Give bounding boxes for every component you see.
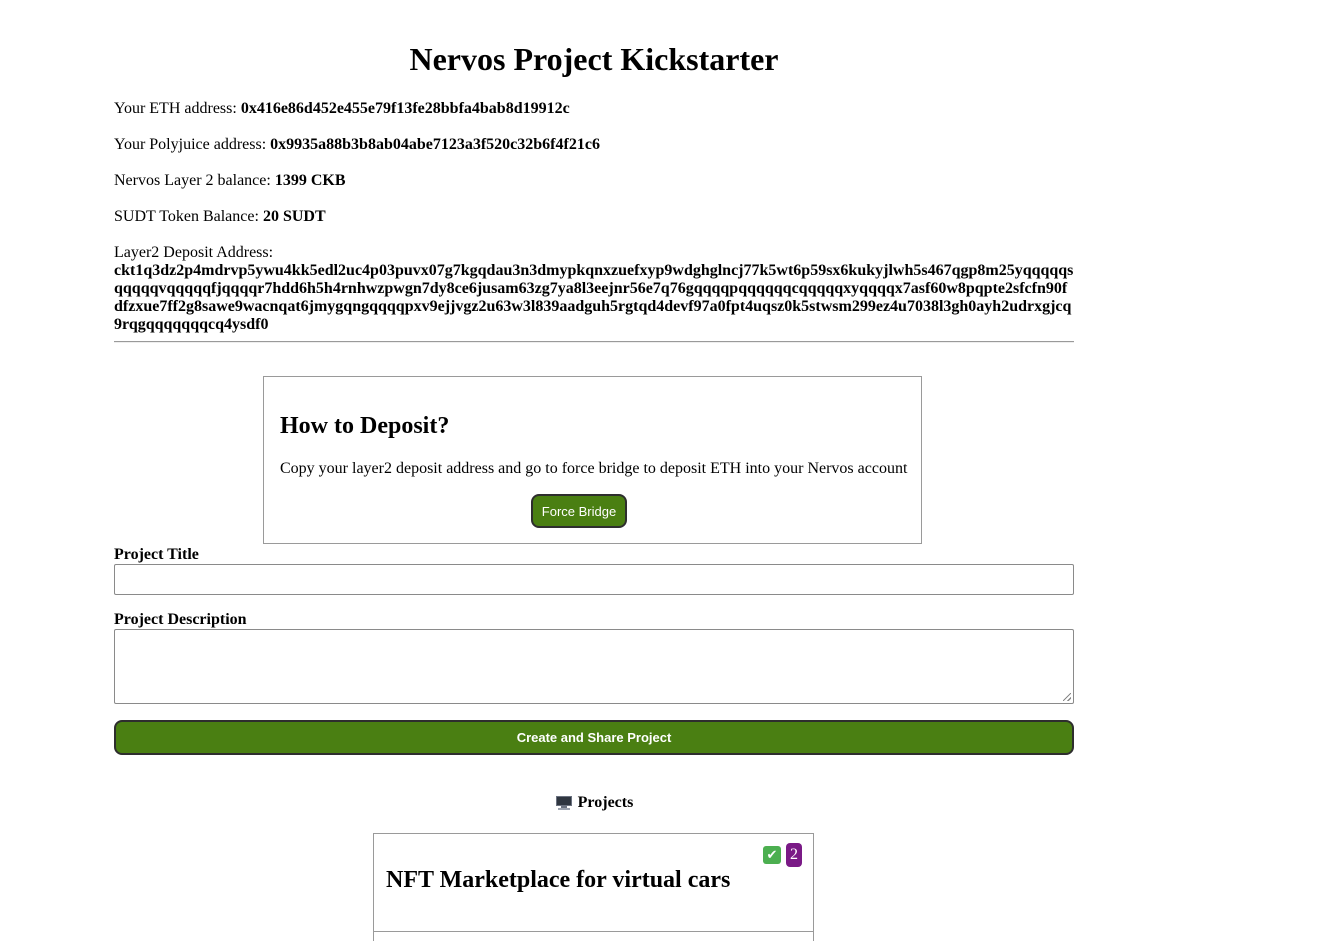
deposit-address-label: Layer2 Deposit Address: [114, 244, 274, 261]
layer2-balance-line: Nervos Layer 2 balance: 1399 CKB [114, 172, 1074, 190]
projects-heading-label: Projects [577, 794, 634, 811]
project-card-title: NFT Marketplace for virtual cars [386, 867, 731, 893]
project-card[interactable]: ✔ 2 NFT Marketplace for virtual cars [373, 833, 814, 941]
force-bridge-button[interactable]: Force Bridge [531, 494, 627, 528]
section-divider [114, 341, 1074, 343]
eth-address-line: Your ETH address: 0x416e86d452e455e79f13… [114, 100, 1074, 118]
deposit-address-value: ckt1q3dz2p4mdrvp5ywu4kk5edl2uc4p03puvx07… [114, 262, 1074, 333]
project-title-input[interactable] [114, 564, 1074, 595]
project-title-label: Project Title [114, 546, 199, 563]
polyjuice-address-label: Your Polyjuice address: [114, 136, 267, 153]
sudt-balance-line: SUDT Token Balance: 20 SUDT [114, 208, 1074, 226]
sudt-balance-label: SUDT Token Balance: [114, 208, 259, 225]
page: Nervos Project Kickstarter Your ETH addr… [0, 0, 1325, 941]
projects-heading: Projects [114, 794, 1074, 812]
polyjuice-address-value: 0x9935a88b3b8ab04abe7123a3f520c32b6f4f21… [270, 136, 600, 153]
polyjuice-address-line: Your Polyjuice address: 0x9935a88b3b8ab0… [114, 136, 1074, 154]
sudt-balance-value: 20 SUDT [262, 208, 326, 225]
how-to-deposit-title: How to Deposit? [280, 413, 450, 439]
card-divider [374, 931, 813, 932]
project-description-label: Project Description [114, 611, 247, 628]
eth-address-label: Your ETH address: [114, 100, 237, 117]
resize-handle-icon[interactable] [1063, 693, 1071, 701]
check-mark-icon: ✔ [763, 846, 781, 864]
how-to-deposit-text: Copy your layer2 deposit address and go … [280, 460, 908, 477]
page-title: Nervos Project Kickstarter [409, 41, 779, 77]
how-to-deposit-card: How to Deposit? Copy your layer2 deposit… [263, 376, 922, 544]
eth-address-value: 0x416e86d452e455e79f13fe28bbfa4bab8d1991… [240, 100, 570, 117]
project-count-badge: 2 [786, 843, 802, 867]
create-project-button[interactable]: Create and Share Project [114, 720, 1074, 755]
layer2-balance-value: 1399 CKB [274, 172, 346, 189]
project-description-textarea[interactable] [114, 629, 1074, 704]
layer2-balance-label: Nervos Layer 2 balance: [114, 172, 271, 189]
desktop-computer-icon [555, 795, 573, 811]
